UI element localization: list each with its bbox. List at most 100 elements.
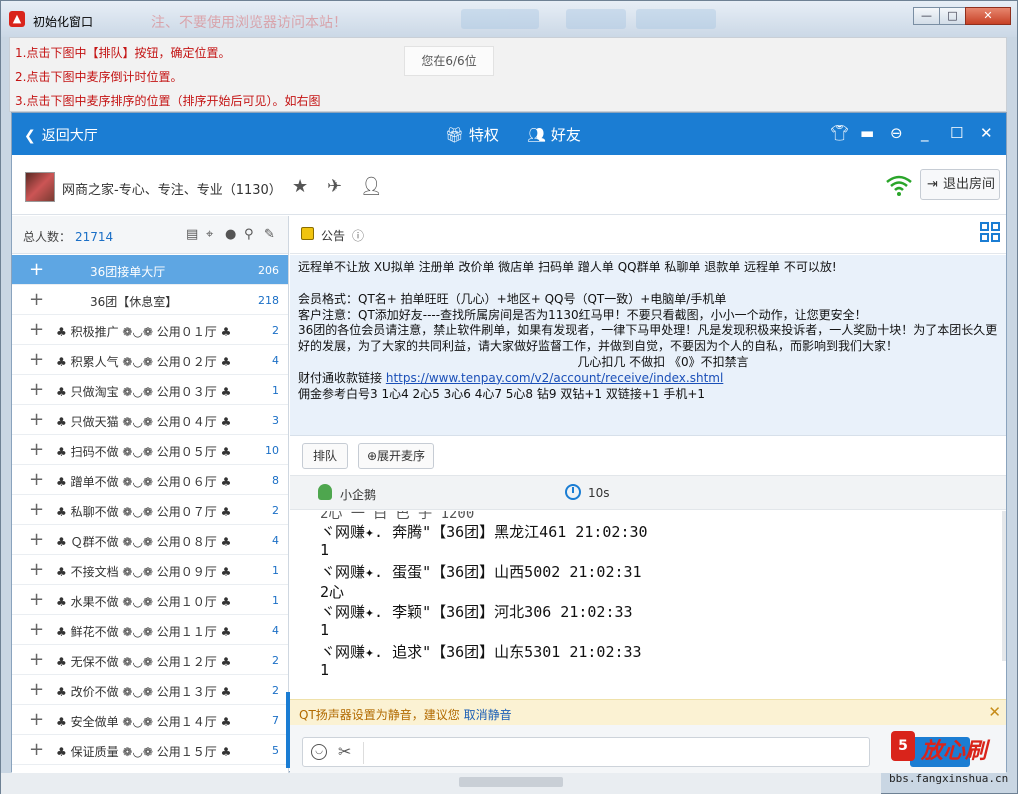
ghost-tab: [566, 9, 626, 29]
expand-icon[interactable]: +: [29, 379, 44, 400]
room-item[interactable]: + ♣ 保证质量 ❁◡❁ 公用１５厅 ♣ 5: [12, 735, 288, 765]
unmute-link[interactable]: 取消静音: [464, 708, 512, 722]
room-item[interactable]: + ♣ 积累人气 ❁◡❁ 公用０２厅 ♣ 4: [12, 345, 288, 375]
maximize-icon[interactable]: ☐: [950, 124, 963, 142]
shirt-icon[interactable]: 👕︎: [830, 124, 849, 142]
room-avatar: [25, 172, 55, 202]
queue-button[interactable]: 排队: [302, 443, 348, 469]
room-item[interactable]: + ♣ 鲜花不做 ❁◡❁ 公用１１厅 ♣ 4: [12, 615, 288, 645]
watermark-name: 放心刷: [921, 739, 988, 764]
chat-message-body: 1: [320, 661, 330, 679]
expand-icon[interactable]: +: [29, 709, 44, 730]
tab-friends[interactable]: 👥︎ 好友: [527, 124, 581, 145]
room-item[interactable]: + ♣ 蹭单不做 ❁◡❁ 公用０６厅 ♣ 8: [12, 465, 288, 495]
exit-room-button[interactable]: ⇥ 退出房间: [920, 169, 1000, 200]
title-bar[interactable]: ▲ 初始化窗口 注、不要使用浏览器访问本站！ — □ ✕: [1, 1, 1017, 37]
room-item-count: 206: [258, 264, 279, 277]
room-item[interactable]: + ♣ 只做淘宝 ❁◡❁ 公用０３厅 ♣ 1: [12, 375, 288, 405]
room-item-name: ♣ 无保不做 ❁◡❁ 公用１２厅 ♣: [56, 655, 232, 669]
room-item-name: ♣ 安全做单 ❁◡❁ 公用１４厅 ♣: [56, 715, 232, 729]
back-to-hall-button[interactable]: ❮ 返回大厅: [24, 125, 98, 145]
close-icon[interactable]: ✕: [980, 124, 993, 142]
expand-icon[interactable]: +: [29, 469, 44, 490]
room-item-count: 2: [272, 504, 279, 517]
expand-icon[interactable]: +: [29, 499, 44, 520]
clock-icon[interactable]: [565, 484, 581, 500]
room-item-name: ♣ 积极推广 ❁◡❁ 公用０１厅 ♣: [56, 325, 232, 339]
expand-icon[interactable]: +: [29, 529, 44, 550]
expand-icon[interactable]: +: [29, 679, 44, 700]
scissors-icon[interactable]: ✂: [338, 742, 351, 761]
ghost-tab: [461, 9, 539, 29]
notice-line: [298, 276, 998, 292]
room-item[interactable]: + ♣ 改价不做 ❁◡❁ 公用１３厅 ♣ 2: [12, 675, 288, 705]
expand-icon[interactable]: +: [29, 289, 44, 310]
plane-icon[interactable]: ✈: [327, 176, 342, 197]
circle-minus-icon[interactable]: ⊖: [890, 124, 903, 142]
edit-icon[interactable]: ✎: [264, 227, 275, 242]
room-item-name: ♣ 改价不做 ❁◡❁ 公用１３厅 ♣: [56, 685, 232, 699]
room-item-count: 2: [272, 684, 279, 697]
expand-icon[interactable]: +: [29, 409, 44, 430]
expand-icon[interactable]: +: [29, 259, 44, 280]
add-user-icon[interactable]: 👤︎: [360, 176, 383, 197]
minimize-icon[interactable]: _: [921, 124, 929, 142]
mute-warning-text: QT扬声器设置为静音，建议您 取消静音: [299, 706, 512, 723]
room-item[interactable]: +36团【休息室】 218: [12, 285, 288, 315]
close-button[interactable]: ✕: [965, 7, 1011, 25]
ghost-tab: [636, 9, 716, 29]
room-item[interactable]: + ♣ 安全做单 ❁◡❁ 公用１４厅 ♣ 7: [12, 705, 288, 735]
expand-icon[interactable]: +: [29, 439, 44, 460]
location-icon[interactable]: ⌖: [206, 227, 213, 242]
total-users-label: 总人数：: [23, 230, 72, 244]
chat-icon[interactable]: ▬: [860, 124, 874, 142]
chat-scrollbar[interactable]: [1002, 511, 1006, 661]
room-item[interactable]: + ♣ 不接文档 ❁◡❁ 公用０９厅 ♣ 1: [12, 555, 288, 585]
expand-icon[interactable]: +: [29, 649, 44, 670]
expand-icon[interactable]: +: [29, 589, 44, 610]
minimize-button[interactable]: —: [913, 7, 940, 25]
room-item[interactable]: + ♣ 水果不做 ❁◡❁ 公用１０厅 ♣ 1: [12, 585, 288, 615]
expand-icon[interactable]: +: [29, 739, 44, 760]
room-item-count: 4: [272, 624, 279, 637]
room-item[interactable]: + ♣ 只做天猫 ❁◡❁ 公用０４厅 ♣ 3: [12, 405, 288, 435]
exit-icon: ⇥: [927, 177, 938, 192]
expand-mic-queue-button[interactable]: ⊕展开麦序: [358, 443, 434, 469]
mic-status-bar: 小企鹅 10s: [290, 475, 1006, 510]
room-item-count: 2: [272, 324, 279, 337]
tab-privilege[interactable]: 🎁︎ 特权: [445, 124, 499, 145]
maximize-button[interactable]: □: [939, 7, 966, 25]
room-item[interactable]: + ♣ 无保不做 ❁◡❁ 公用１２厅 ♣ 2: [12, 645, 288, 675]
room-item-name: ♣ 只做天猫 ❁◡❁ 公用０４厅 ♣: [56, 415, 232, 429]
list-icon[interactable]: ▤: [186, 227, 198, 242]
search-icon[interactable]: ⚲: [244, 227, 254, 242]
emoji-icon[interactable]: ◡: [311, 744, 327, 760]
queue-position-indicator: 您在6/6位: [404, 46, 494, 76]
close-icon[interactable]: ✕: [988, 703, 1001, 721]
room-item[interactable]: + ♣ Ｑ群不做 ❁◡❁ 公用０８厅 ♣ 4: [12, 525, 288, 555]
notice-line: 财付通收款链接 https://www.tenpay.com/v2/accoun…: [298, 371, 998, 387]
star-icon[interactable]: ★: [292, 176, 308, 197]
user-icon[interactable]: ●: [225, 227, 236, 242]
room-item[interactable]: +36团接单大厅 206: [12, 255, 288, 285]
mic-countdown[interactable]: 10s: [588, 486, 610, 500]
status-bar: [1, 773, 881, 794]
horizontal-scrollbar[interactable]: [459, 777, 563, 787]
grid-view-icon[interactable]: [980, 222, 1000, 242]
expand-icon[interactable]: +: [29, 349, 44, 370]
chat-log[interactable]: 2心 一 白 巴 子 1200 ヾ网赚✦. 奔腾"【36团】黑龙江461 21:…: [290, 511, 1006, 699]
chat-client: ❮ 返回大厅 🎁︎ 特权 👥︎ 好友 👕︎ ▬ ⊖ _ ☐ ✕ 网商之家-专心、专…: [11, 112, 1007, 773]
room-item[interactable]: + ♣ 积极推广 ❁◡❁ 公用０１厅 ♣ 2: [12, 315, 288, 345]
room-item-name: ♣ 只做淘宝 ❁◡❁ 公用０３厅 ♣: [56, 385, 232, 399]
room-item[interactable]: + ♣ 私聊不做 ❁◡❁ 公用０７厅 ♣ 2: [12, 495, 288, 525]
room-item[interactable]: + ♣ 扫码不做 ❁◡❁ 公用０５厅 ♣ 10: [12, 435, 288, 465]
top-nav-bar: ❮ 返回大厅 🎁︎ 特权 👥︎ 好友 👕︎ ▬ ⊖ _ ☐ ✕: [12, 113, 1006, 155]
expand-icon[interactable]: +: [29, 559, 44, 580]
expand-icon[interactable]: +: [29, 319, 44, 340]
expand-icon[interactable]: +: [29, 619, 44, 640]
window-controls: — □ ✕: [913, 7, 1011, 25]
room-item-name: ♣ 鲜花不做 ❁◡❁ 公用１１厅 ♣: [56, 625, 232, 639]
payment-link[interactable]: https://www.tenpay.com/v2/account/receiv…: [386, 371, 723, 385]
info-icon[interactable]: ⓘ: [352, 227, 364, 244]
message-input[interactable]: ◡ ✂: [302, 737, 870, 767]
